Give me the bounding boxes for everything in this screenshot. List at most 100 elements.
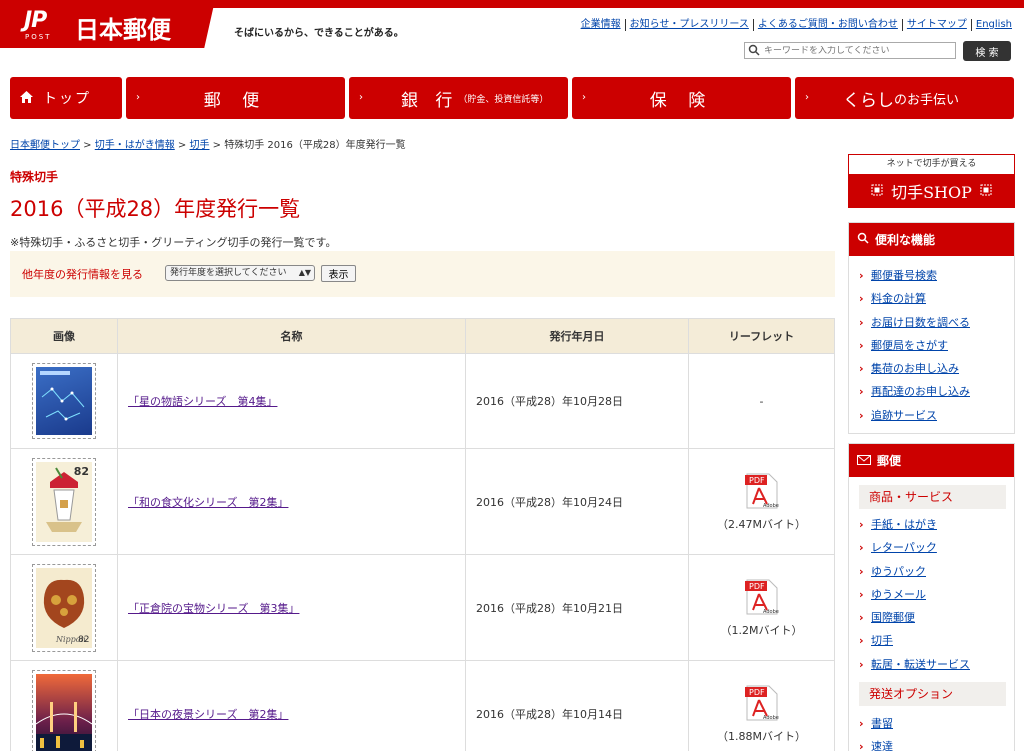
home-icon [20, 90, 33, 106]
svg-text:82: 82 [78, 635, 89, 645]
svg-text:Adobe: Adobe [763, 715, 779, 721]
link-find-post-office[interactable]: 郵便局をさがす [871, 339, 948, 352]
link-redelivery[interactable]: 再配達のお申し込み [871, 385, 970, 398]
year-select[interactable]: 発行年度を選択してください ▲▼ [165, 265, 315, 281]
link-express[interactable]: 速達 [871, 740, 893, 751]
link-yupack[interactable]: ゆうパック [871, 565, 926, 578]
issue-date: 2016（平成28）年10月24日 [465, 448, 689, 555]
nav-bank[interactable]: › 銀 行 （貯金、投資信託等） [349, 77, 568, 119]
svg-text:PDF: PDF [749, 688, 765, 697]
link-delivery-days[interactable]: お届け日数を調べる [871, 316, 970, 329]
link-postal-code-search[interactable]: 郵便番号検索 [871, 269, 937, 282]
list-item: 料金の計算 [859, 287, 1014, 310]
pdf-icon[interactable]: PDF Adobe [744, 472, 779, 510]
util-link-sitemap[interactable]: サイトマップ [903, 19, 972, 31]
link-forwarding[interactable]: 転居・転送サービス [871, 658, 970, 671]
link-stamps[interactable]: 切手 [871, 634, 893, 647]
stamp-link[interactable]: 「和の食文化シリーズ 第2集」 [128, 496, 288, 509]
table-row: 「日本の夜景シリーズ 第2集」 2016（平成28）年10月14日 PDF Ado… [10, 660, 835, 751]
link-registered[interactable]: 書留 [871, 717, 893, 730]
breadcrumb: 日本郵便トップ > 切手・はがき情報 > 切手 > 特殊切手 2016（平成28… [10, 140, 406, 151]
list-item: 郵便局をさがす [859, 334, 1014, 357]
mail-title: 郵便 [877, 454, 902, 468]
link-pickup[interactable]: 集荷のお申し込み [871, 362, 959, 375]
products-services-heading: 商品・サービス [859, 485, 1006, 509]
leaflet-size: （1.88Mバイト） [717, 729, 806, 743]
tagline: そばにいるから、できることがある。 [234, 28, 404, 39]
nav-top[interactable]: トップ [10, 77, 122, 119]
stamp-icon [980, 181, 992, 200]
mail-box: 郵便 商品・サービス 手紙・はがき レターパック ゆうパック ゆうメール 国際郵… [848, 443, 1015, 751]
stamp-image-shosoin[interactable]: Nippon 82 [32, 563, 96, 652]
stamp-image-food-culture[interactable]: 82 [32, 457, 96, 546]
header-name: 名称 [117, 318, 466, 354]
utility-links: 企業情報 お知らせ・プレスリリース よくあるご質問・お問い合わせ サイトマップ … [577, 19, 1012, 31]
list-item: 追跡サービス [859, 404, 1014, 427]
chevron-right-icon: › [805, 92, 809, 103]
pdf-icon[interactable]: PDF Adobe [744, 684, 779, 722]
util-link-news[interactable]: お知らせ・プレスリリース [626, 19, 754, 31]
logo[interactable]: JP POST 日本郵便 [0, 0, 215, 48]
link-letterpack[interactable]: レターパック [871, 541, 937, 554]
svg-text:Adobe: Adobe [763, 503, 779, 509]
chevron-right-icon: › [582, 92, 586, 103]
breadcrumb-link-home[interactable]: 日本郵便トップ [10, 140, 80, 151]
search-input[interactable] [764, 45, 954, 56]
svg-text:Adobe: Adobe [763, 609, 779, 615]
util-link-english[interactable]: English [972, 19, 1012, 31]
search-icon [857, 232, 869, 247]
list-item: ゆうパック [859, 560, 1014, 583]
link-fee-calc[interactable]: 料金の計算 [871, 292, 926, 305]
select-arrow-icon: ▲▼ [298, 268, 311, 277]
header-leaflet: リーフレット [688, 318, 835, 354]
table-row: 「星の物語シリーズ 第4集」 2016（平成28）年10月28日 - [10, 353, 835, 449]
list-item: 書留 [859, 712, 1014, 735]
shipping-options-heading: 発送オプション [859, 682, 1006, 707]
list-item: 手紙・はがき [859, 513, 1014, 536]
util-link-corporate[interactable]: 企業情報 [577, 19, 626, 31]
stamp-link[interactable]: 「日本の夜景シリーズ 第2集」 [128, 708, 288, 721]
list-item: ゆうメール [859, 583, 1014, 606]
util-link-faq[interactable]: よくあるご質問・お問い合わせ [754, 19, 903, 31]
table-row: Nippon 82 「正倉院の宝物シリーズ 第3集」 2016（平成28）年10月… [10, 554, 835, 661]
chevron-right-icon: › [359, 92, 363, 103]
envelope-icon [857, 454, 871, 468]
search-button[interactable]: 検 索 [963, 41, 1011, 61]
intro-text: ※特殊切手・ふるさと切手・グリーティング切手の発行一覧です。 [10, 236, 337, 249]
list-item: お届け日数を調べる [859, 311, 1014, 334]
issue-date: 2016（平成28）年10月21日 [465, 554, 689, 661]
link-letters-postcards[interactable]: 手紙・はがき [871, 518, 937, 531]
logo-post-text: POST [25, 33, 52, 41]
main-nav: トップ › 郵 便 › 銀 行 （貯金、投資信託等） › 保 険 › くらし の… [10, 77, 1014, 119]
chevron-right-icon: › [136, 92, 140, 103]
category-label: 特殊切手 [10, 170, 59, 184]
nav-insurance[interactable]: › 保 険 [572, 77, 791, 119]
link-tracking[interactable]: 追跡サービス [871, 409, 937, 422]
year-filter: 他年度の発行情報を見る 発行年度を選択してください ▲▼ 表示 [10, 251, 835, 297]
stamp-link[interactable]: 「正倉院の宝物シリーズ 第3集」 [128, 602, 299, 615]
page-title: 2016（平成28）年度発行一覧 [10, 197, 301, 221]
breadcrumb-link-stamps[interactable]: 切手 [190, 140, 210, 151]
link-international[interactable]: 国際郵便 [871, 611, 915, 624]
link-yumail[interactable]: ゆうメール [871, 588, 926, 601]
pdf-icon[interactable]: PDF Adobe [744, 578, 779, 616]
jp-logo-mark: JP [24, 8, 47, 33]
shop-title: 切手SHOP [891, 182, 972, 202]
list-item: 再配達のお申し込み [859, 380, 1014, 403]
show-button[interactable]: 表示 [321, 265, 356, 282]
nav-living[interactable]: › くらし のお手伝い [795, 77, 1014, 119]
list-item: 切手 [859, 629, 1014, 652]
stamp-shop-banner[interactable]: ネットで切手が買える 切手SHOP [848, 154, 1015, 208]
stamp-image-night-view[interactable] [32, 669, 96, 751]
convenient-title: 便利な機能 [875, 233, 936, 247]
nav-mail[interactable]: › 郵 便 [126, 77, 345, 119]
stamp-link[interactable]: 「星の物語シリーズ 第4集」 [128, 395, 277, 408]
list-item: 郵便番号検索 [859, 264, 1014, 287]
stamp-image-star-story[interactable] [32, 363, 96, 439]
header-date: 発行年月日 [465, 318, 689, 354]
breadcrumb-current: 特殊切手 2016（平成28）年度発行一覧 [224, 140, 406, 151]
svg-text:PDF: PDF [749, 582, 765, 591]
table-row: 82 「和の食文化シリーズ 第2集」 2016（平成28）年10月24日 PDF… [10, 448, 835, 555]
breadcrumb-link-stamps-postcards[interactable]: 切手・はがき情報 [95, 140, 175, 151]
issue-date: 2016（平成28）年10月14日 [465, 660, 689, 751]
